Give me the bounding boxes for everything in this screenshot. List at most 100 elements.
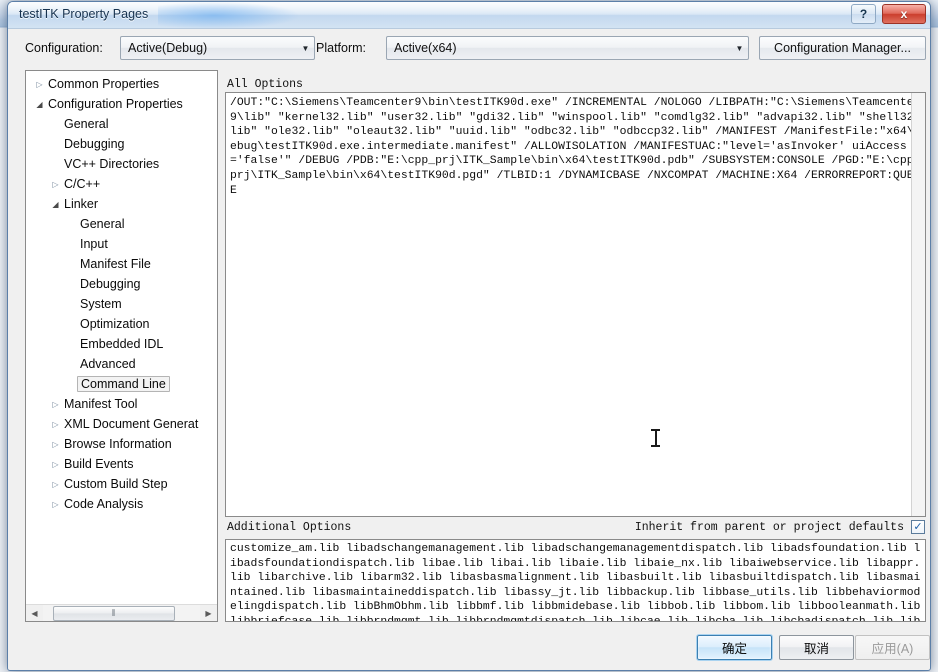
chevron-down-icon: ▼ bbox=[301, 43, 310, 53]
chevron-right-icon[interactable]: ▷ bbox=[32, 80, 47, 89]
tree-item-label: Debugging bbox=[64, 137, 125, 151]
ok-button[interactable]: 确定 bbox=[696, 634, 773, 661]
tree-horizontal-scrollbar[interactable]: ◀ ⦀ ▶ bbox=[26, 604, 217, 621]
tree-item-common-properties[interactable]: ▷ Common Properties bbox=[26, 74, 217, 94]
help-button[interactable]: ? bbox=[851, 4, 876, 24]
tree-item-command-line[interactable]: ·Command Line bbox=[26, 374, 217, 394]
tree-item-advanced[interactable]: ·Advanced bbox=[26, 354, 217, 374]
tree-spacer: · bbox=[64, 300, 79, 309]
platform-dropdown[interactable]: Active(x64) ▼ bbox=[386, 36, 749, 60]
tree-item-manifest-tool[interactable]: ▷ Manifest Tool bbox=[26, 394, 217, 414]
cancel-button[interactable]: 取消 bbox=[779, 635, 854, 660]
apply-button: 应用(A) bbox=[855, 635, 930, 660]
scroll-right-arrow-icon[interactable]: ▶ bbox=[200, 604, 217, 621]
all-options-value: /OUT:"C:\Siemens\Teamcenter9\bin\testITK… bbox=[230, 97, 921, 197]
title-bar-glow bbox=[158, 2, 298, 28]
tree-item-label: Common Properties bbox=[48, 77, 160, 91]
property-pages-dialog: testITK Property Pages ? x Configuration… bbox=[7, 1, 931, 671]
tree-spacer: · bbox=[64, 360, 79, 369]
chevron-right-icon[interactable]: ▷ bbox=[48, 500, 63, 509]
dialog-title-bar: testITK Property Pages ? x bbox=[8, 2, 930, 29]
tree-item-label: Build Events bbox=[64, 457, 134, 471]
configuration-label: Configuration: bbox=[25, 41, 103, 55]
tree-item-embedded-idl[interactable]: ·Embedded IDL bbox=[26, 334, 217, 354]
chevron-down-icon[interactable]: ◢ bbox=[48, 200, 63, 209]
tree-item-label: Manifest Tool bbox=[64, 397, 138, 411]
tree-spacer: · bbox=[64, 260, 79, 269]
tree-item-custom-build-step[interactable]: ▷ Custom Build Step bbox=[26, 474, 217, 494]
tree-item-build-events[interactable]: ▷ Build Events bbox=[26, 454, 217, 474]
tree-item-c-c[interactable]: ▷ C/C++ bbox=[26, 174, 217, 194]
tree-item-label: Custom Build Step bbox=[64, 477, 168, 491]
tree-item-xml-document-generat[interactable]: ▷ XML Document Generat bbox=[26, 414, 217, 434]
tree-spacer: · bbox=[64, 240, 79, 249]
tree-item-label: Command Line bbox=[77, 376, 170, 392]
tree-item-label: Linker bbox=[64, 197, 99, 211]
tree-item-general[interactable]: ·General bbox=[26, 114, 217, 134]
platform-label: Platform: bbox=[316, 41, 367, 55]
tree-spacer: · bbox=[48, 140, 63, 149]
tree-spacer: · bbox=[64, 280, 79, 289]
chevron-down-icon[interactable]: ◢ bbox=[32, 100, 47, 109]
chevron-right-icon[interactable]: ▷ bbox=[48, 420, 63, 429]
properties-tree-panel: ▷ Common Properties ◢ Configuration Propert… bbox=[25, 70, 218, 622]
tree-item-label: General bbox=[80, 217, 125, 231]
tree-item-label: XML Document Generat bbox=[64, 417, 199, 431]
tree-item-browse-information[interactable]: ▷ Browse Information bbox=[26, 434, 217, 454]
inherit-defaults-label: Inherit from parent or project defaults bbox=[634, 521, 904, 534]
tree-spacer: · bbox=[64, 320, 79, 329]
additional-options-label: Additional Options bbox=[227, 521, 352, 534]
tree-item-label: C/C++ bbox=[64, 177, 101, 191]
additional-options-value: customize_am.lib libadschangemanagement.… bbox=[230, 543, 921, 622]
additional-options-textbox[interactable]: customize_am.lib libadschangemanagement.… bbox=[225, 539, 926, 622]
scrollbar-track[interactable]: ⦀ bbox=[43, 604, 200, 621]
text-cursor-icon bbox=[651, 429, 660, 447]
scroll-left-arrow-icon[interactable]: ◀ bbox=[26, 604, 43, 621]
tree-item-linker[interactable]: ◢ Linker bbox=[26, 194, 217, 214]
tree-item-label: Manifest File bbox=[80, 257, 151, 271]
tree-item-label: Optimization bbox=[80, 317, 150, 331]
tree-item-label: Browse Information bbox=[64, 437, 172, 451]
tree-item-label: Debugging bbox=[80, 277, 141, 291]
all-options-vertical-scrollbar[interactable] bbox=[911, 93, 925, 516]
tree-item-system[interactable]: ·System bbox=[26, 294, 217, 314]
tree-item-label: Advanced bbox=[80, 357, 136, 371]
tree-item-input[interactable]: ·Input bbox=[26, 234, 217, 254]
configuration-value: Active(Debug) bbox=[128, 41, 208, 55]
chevron-down-icon: ▼ bbox=[735, 43, 744, 53]
tree-item-general[interactable]: ·General bbox=[26, 214, 217, 234]
tree-spacer: · bbox=[48, 120, 63, 129]
tree-item-manifest-file[interactable]: ·Manifest File bbox=[26, 254, 217, 274]
tree-item-label: Embedded IDL bbox=[80, 337, 164, 351]
tree-item-vc-directories[interactable]: ·VC++ Directories bbox=[26, 154, 217, 174]
dialog-title: testITK Property Pages bbox=[19, 7, 149, 21]
all-options-label: All Options bbox=[227, 78, 303, 91]
close-button[interactable]: x bbox=[882, 4, 926, 24]
configuration-toolbar: Configuration: Active(Debug) ▼ Platform:… bbox=[8, 30, 930, 66]
tree-item-label: Input bbox=[80, 237, 108, 251]
chevron-right-icon[interactable]: ▷ bbox=[48, 480, 63, 489]
tree-item-label: System bbox=[80, 297, 122, 311]
chevron-right-icon[interactable]: ▷ bbox=[48, 440, 63, 449]
tree-item-label: VC++ Directories bbox=[64, 157, 160, 171]
tree-item-configuration-properties[interactable]: ◢ Configuration Properties bbox=[26, 94, 217, 114]
configuration-manager-button[interactable]: Configuration Manager... bbox=[759, 36, 926, 60]
chevron-right-icon[interactable]: ▷ bbox=[48, 460, 63, 469]
chevron-right-icon[interactable]: ▷ bbox=[48, 180, 63, 189]
tree-spacer: · bbox=[64, 220, 79, 229]
tree-item-debugging[interactable]: ·Debugging bbox=[26, 134, 217, 154]
platform-value: Active(x64) bbox=[394, 41, 457, 55]
properties-tree[interactable]: ▷ Common Properties ◢ Configuration Propert… bbox=[26, 74, 217, 604]
scrollbar-thumb[interactable]: ⦀ bbox=[53, 605, 175, 621]
all-options-textbox[interactable]: /OUT:"C:\Siemens\Teamcenter9\bin\testITK… bbox=[225, 92, 926, 517]
inherit-defaults-checkbox[interactable]: ✓ bbox=[911, 520, 925, 534]
configuration-dropdown[interactable]: Active(Debug) ▼ bbox=[120, 36, 315, 60]
tree-item-optimization[interactable]: ·Optimization bbox=[26, 314, 217, 334]
tree-item-code-analysis[interactable]: ▷ Code Analysis bbox=[26, 494, 217, 514]
tree-item-label: General bbox=[64, 117, 109, 131]
tree-spacer: · bbox=[48, 160, 63, 169]
chevron-right-icon[interactable]: ▷ bbox=[48, 400, 63, 409]
tree-item-label: Code Analysis bbox=[64, 497, 144, 511]
tree-item-debugging[interactable]: ·Debugging bbox=[26, 274, 217, 294]
tree-item-label: Configuration Properties bbox=[48, 97, 183, 111]
